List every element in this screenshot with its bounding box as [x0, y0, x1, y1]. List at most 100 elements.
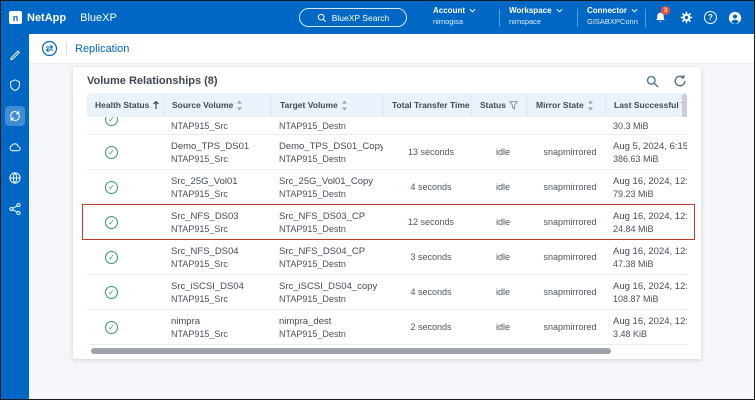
table-row[interactable]: ✓ Src_NFS_DS04 NTAP915_Src Src_NFS_DS04_… [87, 240, 687, 275]
transfer-time-cell: 3 seconds [383, 240, 471, 274]
mirror-state-cell: snapmirrored [527, 275, 605, 309]
last-transfer-cell: Aug 16, 2024, 12: 108.87 MiB [605, 275, 687, 309]
health-status-cell: ✓ [87, 117, 163, 134]
product-name: BlueXP [80, 12, 117, 24]
netapp-logo-icon: n [9, 11, 22, 24]
column-header-health-status[interactable]: Health Status [87, 93, 163, 117]
brand-name: NetApp [27, 12, 66, 24]
table-row[interactable]: ✓ Src_25G_Vol01 NTAP915_Src Src_25G_Vol0… [87, 170, 687, 205]
target-volume-cell: nimpra_dest NTAP915_Destn [271, 310, 383, 344]
table-body: ✓ NTAP915_Src NTAP915_Destn 30.3 MiB ✓ D… [87, 117, 687, 345]
status-cell: idle [471, 135, 527, 169]
help-button[interactable]: ? [703, 10, 718, 25]
filter-icon[interactable] [509, 101, 518, 110]
volume-relationships-card: Volume Relationships (8) Health Status [73, 67, 701, 359]
settings-button[interactable] [679, 10, 694, 25]
mirror-state-cell: snapmirrored [527, 205, 605, 239]
search-icon [646, 75, 659, 88]
table-search-button[interactable] [646, 75, 659, 88]
health-ok-icon: ✓ [105, 286, 118, 299]
card-title: Volume Relationships (8) [87, 75, 218, 87]
sidebar-item-5[interactable] [5, 168, 25, 188]
source-volume-cell: Src_25G_Vol01 NTAP915_Src [163, 170, 271, 204]
sort-icon[interactable] [587, 100, 594, 111]
user-menu-button[interactable] [727, 10, 742, 25]
brand-logo: n NetApp BlueXP [9, 1, 117, 34]
health-ok-icon: ✓ [105, 216, 118, 229]
target-volume-cell: Demo_TPS_DS01_Copy NTAP915_Destn [271, 135, 383, 169]
header-divider [577, 9, 578, 27]
mirror-state-cell [527, 117, 605, 134]
workspace-selector[interactable]: Workspace nimspace [509, 6, 563, 26]
mirror-state-cell: snapmirrored [527, 135, 605, 169]
column-header-source-volume[interactable]: Source Volume [163, 93, 271, 117]
source-volume-cell: Src_NFS_DS04 NTAP915_Src [163, 240, 271, 274]
target-volume-cell: Src_NFS_DS04_CP NTAP915_Destn [271, 240, 383, 274]
table-row[interactable]: ✓ Src_NFS_DS03 NTAP915_Src Src_NFS_DS03_… [87, 205, 687, 240]
status-cell: idle [471, 275, 527, 309]
table-row[interactable]: ✓ Demo_TPS_DS01 NTAP915_Src Demo_TPS_DS0… [87, 135, 687, 170]
health-status-cell: ✓ [87, 310, 163, 344]
sync-arrows-icon [8, 109, 22, 123]
health-ok-icon: ✓ [105, 251, 118, 264]
account-selector[interactable]: Account nimogisa [433, 6, 476, 26]
search-icon [317, 13, 327, 23]
health-ok-icon: ✓ [105, 321, 118, 334]
page-subheader: Replication [29, 34, 754, 64]
source-volume-cell: Demo_TPS_DS01 NTAP915_Src [163, 135, 271, 169]
header-divider [645, 9, 646, 27]
column-header-mirror-state[interactable]: Mirror State [527, 93, 605, 117]
column-header-target-volume[interactable]: Target Volume [271, 93, 383, 117]
workspace-value: nimspace [509, 17, 563, 26]
sort-icon[interactable] [236, 100, 243, 111]
last-transfer-cell: Aug 16, 2024, 12: 79.23 MiB [605, 170, 687, 204]
sidebar-item-3[interactable] [5, 106, 25, 126]
globe-icon [8, 171, 22, 185]
sort-icon[interactable] [341, 100, 348, 111]
relationships-table: Health Status Source Volume Target Volum… [87, 93, 687, 345]
search-label: BlueXP Search [332, 13, 390, 23]
horizontal-scrollbar[interactable] [91, 348, 611, 354]
last-transfer-cell: Aug 5, 2024, 6:15 386.63 MiB [605, 135, 687, 169]
mirror-state-cell: snapmirrored [527, 170, 605, 204]
last-transfer-cell: 30.3 MiB [605, 117, 687, 134]
user-avatar-icon [728, 11, 742, 25]
transfer-time-cell: 12 seconds [383, 205, 471, 239]
column-header-total-transfer-time[interactable]: Total Transfer Time [383, 93, 471, 117]
refresh-button[interactable] [673, 74, 687, 88]
health-ok-icon: ✓ [105, 146, 118, 159]
account-label: Account [433, 6, 465, 15]
sidebar-item-1[interactable] [5, 44, 25, 64]
replication-icon [41, 40, 58, 57]
last-transfer-cell: Aug 16, 2024, 12: 24.84 MiB [605, 205, 687, 239]
column-header-last-successful-transfer[interactable]: Last Successful Tra [605, 93, 687, 117]
sidebar-item-4[interactable] [5, 137, 25, 157]
gear-icon [680, 11, 693, 24]
connector-label: Connector [587, 6, 627, 15]
table-row[interactable]: ✓ nimpra NTAP915_Src nimpra_dest NTAP915… [87, 310, 687, 345]
mirror-state-cell: snapmirrored [527, 310, 605, 344]
table-row[interactable]: ✓ NTAP915_Src NTAP915_Destn 30.3 MiB [87, 117, 687, 135]
table-row[interactable]: ✓ Src_iSCSI_DS04 NTAP915_Src Src_iSCSI_D… [87, 275, 687, 310]
sidebar-item-6[interactable] [5, 199, 25, 219]
health-ok-icon: ✓ [105, 181, 118, 194]
chevron-down-icon [556, 8, 563, 13]
bluexp-app: n NetApp BlueXP BlueXP Search Account ni… [0, 0, 755, 400]
sort-asc-icon[interactable] [152, 100, 160, 110]
sidebar-item-2[interactable] [5, 75, 25, 95]
bluexp-search-button[interactable]: BlueXP Search [299, 8, 407, 27]
source-volume-cell: Src_iSCSI_DS04 NTAP915_Src [163, 275, 271, 309]
source-volume-cell: NTAP915_Src [163, 117, 271, 134]
workspace-label: Workspace [509, 6, 552, 15]
connector-selector[interactable]: Connector GISABXPConn [587, 6, 638, 26]
transfer-time-cell: 4 seconds [383, 275, 471, 309]
refresh-icon [673, 74, 687, 88]
table-header-row: Health Status Source Volume Target Volum… [87, 93, 687, 117]
main-content: Volume Relationships (8) Health Status [29, 64, 754, 399]
vertical-scrollbar[interactable] [682, 94, 687, 117]
chevron-down-icon [631, 8, 638, 13]
cloud-icon [8, 140, 22, 154]
column-header-status[interactable]: Status [471, 93, 527, 117]
target-volume-cell: Src_iSCSI_DS04_copy NTAP915_Destn [271, 275, 383, 309]
health-ok-icon: ✓ [105, 117, 118, 126]
